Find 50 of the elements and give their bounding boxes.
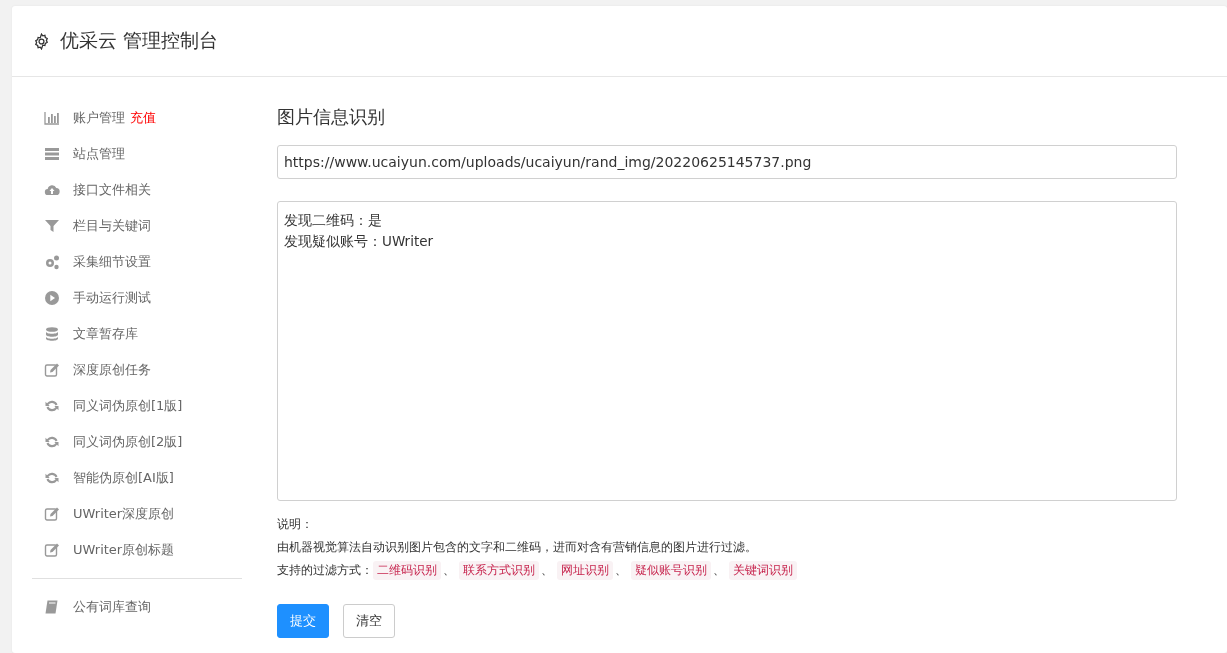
filter-tag: 关键词识别 [729,561,797,580]
refresh-icon [44,434,60,450]
sidebar-item[interactable]: 采集细节设置 [73,253,151,271]
sidebar-item[interactable]: 同义词伪原创[1版] [73,397,183,415]
sidebar-item[interactable]: 深度原创任务 [73,361,151,379]
console-title: 优采云 管理控制台 [60,28,219,53]
sidebar-item[interactable]: UWriter原创标题 [73,541,175,559]
play-icon [44,290,60,306]
result-box[interactable]: 发现二维码：是 发现疑似账号：UWriter [277,201,1177,501]
sidebar-item[interactable]: UWriter深度原创 [73,505,175,523]
separator-mark: 、 [615,562,627,579]
sidebar-item[interactable]: 接口文件相关 [73,181,151,199]
sidebar-item[interactable]: 文章暂存库 [73,325,138,343]
filter-icon [44,218,60,234]
section-title: 图片信息识别 [277,105,386,129]
sidebar-item[interactable]: 手动运行测试 [73,289,151,307]
gears-icon [44,254,60,270]
edit-icon [44,506,60,522]
refresh-icon [44,470,60,486]
clear-button[interactable]: 清空 [343,604,395,638]
sidebar-item[interactable]: 公有词库查询 [73,598,151,616]
result-line: 发现二维码：是 [284,211,382,230]
sidebar-item[interactable]: 账户管理 [73,109,125,127]
filter-tag: 网址识别 [557,561,613,580]
filters-label: 支持的过滤方式： [277,562,373,579]
refresh-icon [44,398,60,414]
book-icon [44,599,60,615]
filter-tag: 联系方式识别 [459,561,539,580]
sidebar-item[interactable]: 同义词伪原创[2版] [73,433,183,451]
description-text: 由机器视觉算法自动识别图片包含的文字和二维码，进而对含有营销信息的图片进行过滤。 [277,539,758,556]
url-field[interactable]: https://www.ucaiyun.com/uploads/ucaiyun/rand_img/20220625145737.png [277,145,1177,179]
submit-button[interactable]: 提交 [277,604,329,638]
separator-mark: 、 [541,562,553,579]
edit-icon [44,362,60,378]
sidebar-item[interactable]: 栏目与关键词 [73,217,151,235]
filter-tag: 二维码识别 [373,561,441,580]
settings-icon [33,32,50,50]
separator-mark: 、 [713,562,725,579]
sidebar-item[interactable]: 站点管理 [73,145,125,163]
sidebar-item[interactable]: 智能伪原创[AI版] [73,469,174,487]
filter-tag: 疑似账号识别 [631,561,711,580]
separator-mark: 、 [443,562,455,579]
server-icon [44,146,60,162]
edit-icon [44,542,60,558]
cloud-upload-icon [44,182,60,198]
notes-heading: 说明： [277,516,314,533]
chart-icon [44,110,60,126]
database-icon [44,326,60,342]
recharge-link[interactable]: 充值 [130,109,156,127]
result-line: 发现疑似账号：UWriter [284,232,434,251]
